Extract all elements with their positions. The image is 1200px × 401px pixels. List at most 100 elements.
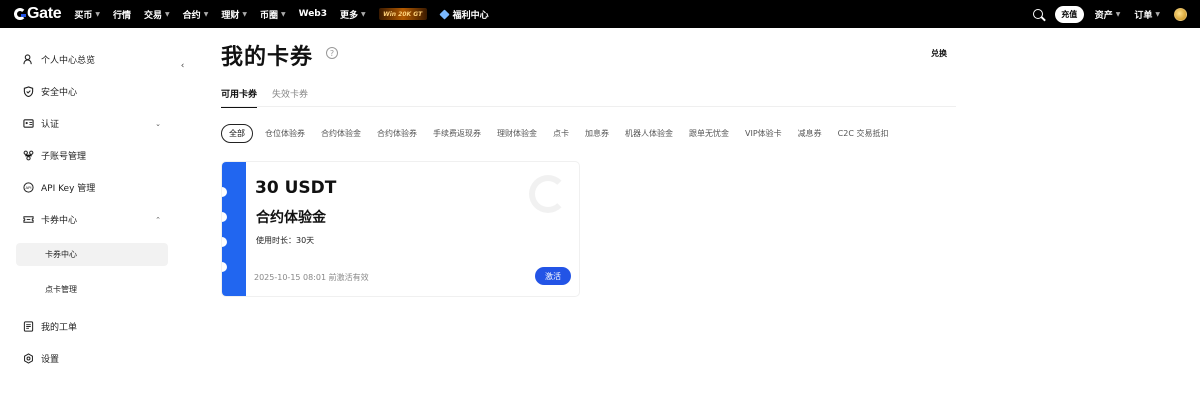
nav-label: Web3 bbox=[298, 9, 328, 19]
help-icon[interactable]: ? bbox=[326, 47, 338, 59]
main-nav: 买币 ▼ 行情 交易 ▼ 合约 ▼ 理财 ▼ 币圈 ▼ Web3 更多 ▼ Win 20K … bbox=[74, 8, 489, 21]
nav-buy-crypto[interactable]: 买币 ▼ bbox=[74, 8, 100, 21]
chevron-down-icon: ▼ bbox=[203, 10, 209, 18]
collapse-sidebar-button[interactable]: ‹ bbox=[175, 58, 190, 73]
gift-box-icon bbox=[439, 8, 450, 20]
orders-menu[interactable]: 订单 ▼ bbox=[1134, 8, 1160, 21]
nav-label: 更多 bbox=[340, 10, 359, 21]
tab-available-coupons[interactable]: 可用卡券 bbox=[221, 87, 258, 108]
sidebar-item-security[interactable]: 安全中心 bbox=[23, 85, 77, 98]
sidebar-item-label: 子账号管理 bbox=[41, 152, 87, 162]
coupon-card: 30 USDT 合约体验金 使用时长：30天 2025-10-15 08:01 … bbox=[221, 161, 580, 297]
redeem-button[interactable]: 兑换 bbox=[922, 42, 956, 64]
top-nav-bar: Gate 买币 ▼ 行情 交易 ▼ 合约 ▼ 理财 ▼ 币圈 ▼ Web3 更多 ▼ Win… bbox=[0, 0, 1200, 28]
sidebar-item-label: 认证 bbox=[41, 120, 60, 130]
nav-more[interactable]: 更多 ▼ bbox=[340, 8, 366, 21]
id-card-icon bbox=[23, 119, 34, 128]
sidebar-subitem-coupon-center[interactable]: 卡券中心 bbox=[16, 243, 168, 266]
shield-icon bbox=[23, 86, 34, 97]
filter-chip-all[interactable]: 全部 bbox=[221, 124, 253, 143]
nav-label: 交易 bbox=[144, 10, 163, 21]
activate-button[interactable]: 激活 bbox=[535, 267, 571, 285]
card-notch bbox=[222, 237, 227, 247]
tab-expired-coupons[interactable]: 失效卡券 bbox=[272, 87, 308, 108]
card-notch bbox=[222, 212, 227, 222]
coupon-tabs: 可用卡券 失效卡券 bbox=[221, 87, 323, 108]
top-right-actions: 充值 资产 ▼ 订单 ▼ bbox=[1032, 5, 1187, 23]
filter-chip[interactable]: 手续费返现券 bbox=[433, 128, 481, 139]
avatar[interactable] bbox=[1174, 7, 1187, 21]
filter-chip[interactable]: 理财体验金 bbox=[497, 128, 537, 139]
search-icon[interactable] bbox=[1032, 9, 1043, 19]
orders-label: 订单 bbox=[1134, 10, 1153, 21]
filter-chip[interactable]: 加息券 bbox=[585, 128, 609, 139]
chevron-down-icon: ▼ bbox=[361, 10, 366, 18]
coupon-expiry: 2025-10-15 08:01 前激活有效 bbox=[254, 273, 369, 282]
sidebar-item-overview[interactable]: 个人中心总览 bbox=[23, 53, 95, 66]
promo-banner[interactable]: Win 20K GT bbox=[378, 8, 427, 20]
sidebar-item-verification[interactable]: 认证 ⌄ bbox=[23, 117, 161, 130]
assets-menu[interactable]: 资产 ▼ bbox=[1095, 8, 1121, 21]
filter-chip[interactable]: 合约体验券 bbox=[377, 128, 417, 139]
chevron-down-icon: ▼ bbox=[242, 10, 247, 18]
svg-text:API: API bbox=[25, 185, 31, 190]
rewards-hub-link[interactable]: 福利中心 bbox=[439, 8, 489, 21]
gate-logo[interactable]: Gate bbox=[14, 0, 62, 28]
filter-chip[interactable]: VIP体验卡 bbox=[745, 128, 782, 139]
user-icon bbox=[23, 54, 32, 65]
sidebar-item-label: 设置 bbox=[41, 355, 60, 365]
sidebar-item-subaccounts[interactable]: 子账号管理 bbox=[23, 149, 86, 162]
chevron-up-icon: ⌃ bbox=[155, 215, 161, 224]
coupon-card-strip bbox=[222, 162, 246, 296]
gear-icon bbox=[24, 353, 33, 364]
gate-logo-icon bbox=[14, 8, 26, 20]
coupon-icon bbox=[23, 216, 34, 223]
sidebar-item-label: API Key 管理 bbox=[41, 184, 96, 194]
filter-chip[interactable]: 点卡 bbox=[553, 128, 569, 139]
sidebar-item-api-key[interactable]: API API Key 管理 bbox=[23, 181, 95, 194]
filter-chip[interactable]: 跟单无忧金 bbox=[689, 128, 729, 139]
divider bbox=[221, 106, 956, 107]
filter-chip[interactable]: 减息券 bbox=[798, 128, 822, 139]
filter-chip[interactable]: C2C 交易抵扣 bbox=[838, 128, 889, 139]
filter-chip[interactable]: 合约体验金 bbox=[321, 128, 361, 139]
chevron-down-icon: ▼ bbox=[1155, 10, 1160, 18]
chevron-down-icon: ▼ bbox=[280, 10, 286, 18]
sidebar-item-tickets[interactable]: 我的工单 bbox=[23, 320, 77, 333]
coupon-amount: 30 USDT bbox=[255, 178, 337, 198]
nav-label: 合约 bbox=[182, 10, 201, 21]
chevron-left-icon: ‹ bbox=[180, 60, 185, 71]
sidebar-item-coupon-center[interactable]: 卡券中心 ⌃ bbox=[23, 213, 161, 226]
filter-chip[interactable]: 仓位体验券 bbox=[265, 128, 305, 139]
sidebar-item-settings[interactable]: 设置 bbox=[23, 352, 59, 365]
page-title: 我的卡券 bbox=[221, 45, 314, 70]
assets-label: 资产 bbox=[1094, 10, 1113, 21]
sidebar-subitem-point-card[interactable]: 点卡管理 bbox=[16, 278, 168, 301]
chevron-down-icon: ▼ bbox=[165, 10, 170, 18]
nav-trade[interactable]: 交易 ▼ bbox=[144, 8, 170, 21]
main-content: 我的卡券 ? 兑换 可用卡券 失效卡券 全部 仓位体验券 合约体验金 合约体验券… bbox=[221, 28, 956, 401]
nav-label: 币圈 bbox=[259, 10, 278, 21]
card-notch bbox=[222, 187, 227, 197]
chevron-down-icon: ▼ bbox=[1115, 10, 1121, 18]
nav-futures[interactable]: 合约 ▼ bbox=[183, 8, 209, 21]
ticket-icon bbox=[23, 321, 34, 332]
filter-chip[interactable]: 机器人体验金 bbox=[625, 128, 673, 139]
deposit-button[interactable]: 充值 bbox=[1054, 5, 1084, 23]
nav-label: 行情 bbox=[113, 10, 132, 21]
coupon-type-filters: 全部 仓位体验券 合约体验金 合约体验券 手续费返现券 理财体验金 点卡 加息券… bbox=[221, 124, 904, 143]
sidebar-item-label: 我的工单 bbox=[41, 323, 78, 333]
sidebar-item-label: 点卡管理 bbox=[45, 285, 77, 294]
coupon-name: 合约体验金 bbox=[256, 210, 326, 226]
sub-account-icon bbox=[23, 150, 34, 161]
api-icon: API bbox=[23, 182, 34, 193]
sidebar-item-label: 卡券中心 bbox=[45, 250, 77, 259]
nav-markets[interactable]: 行情 bbox=[113, 8, 131, 21]
chevron-down-icon: ▼ bbox=[95, 10, 101, 18]
nav-community[interactable]: 币圈 ▼ bbox=[260, 8, 286, 21]
sidebar-item-label: 个人中心总览 bbox=[41, 56, 96, 66]
gate-watermark-icon bbox=[529, 175, 567, 213]
nav-earn[interactable]: 理财 ▼ bbox=[221, 8, 247, 21]
nav-label: 理财 bbox=[221, 10, 240, 21]
nav-web3[interactable]: Web3 bbox=[299, 9, 327, 19]
